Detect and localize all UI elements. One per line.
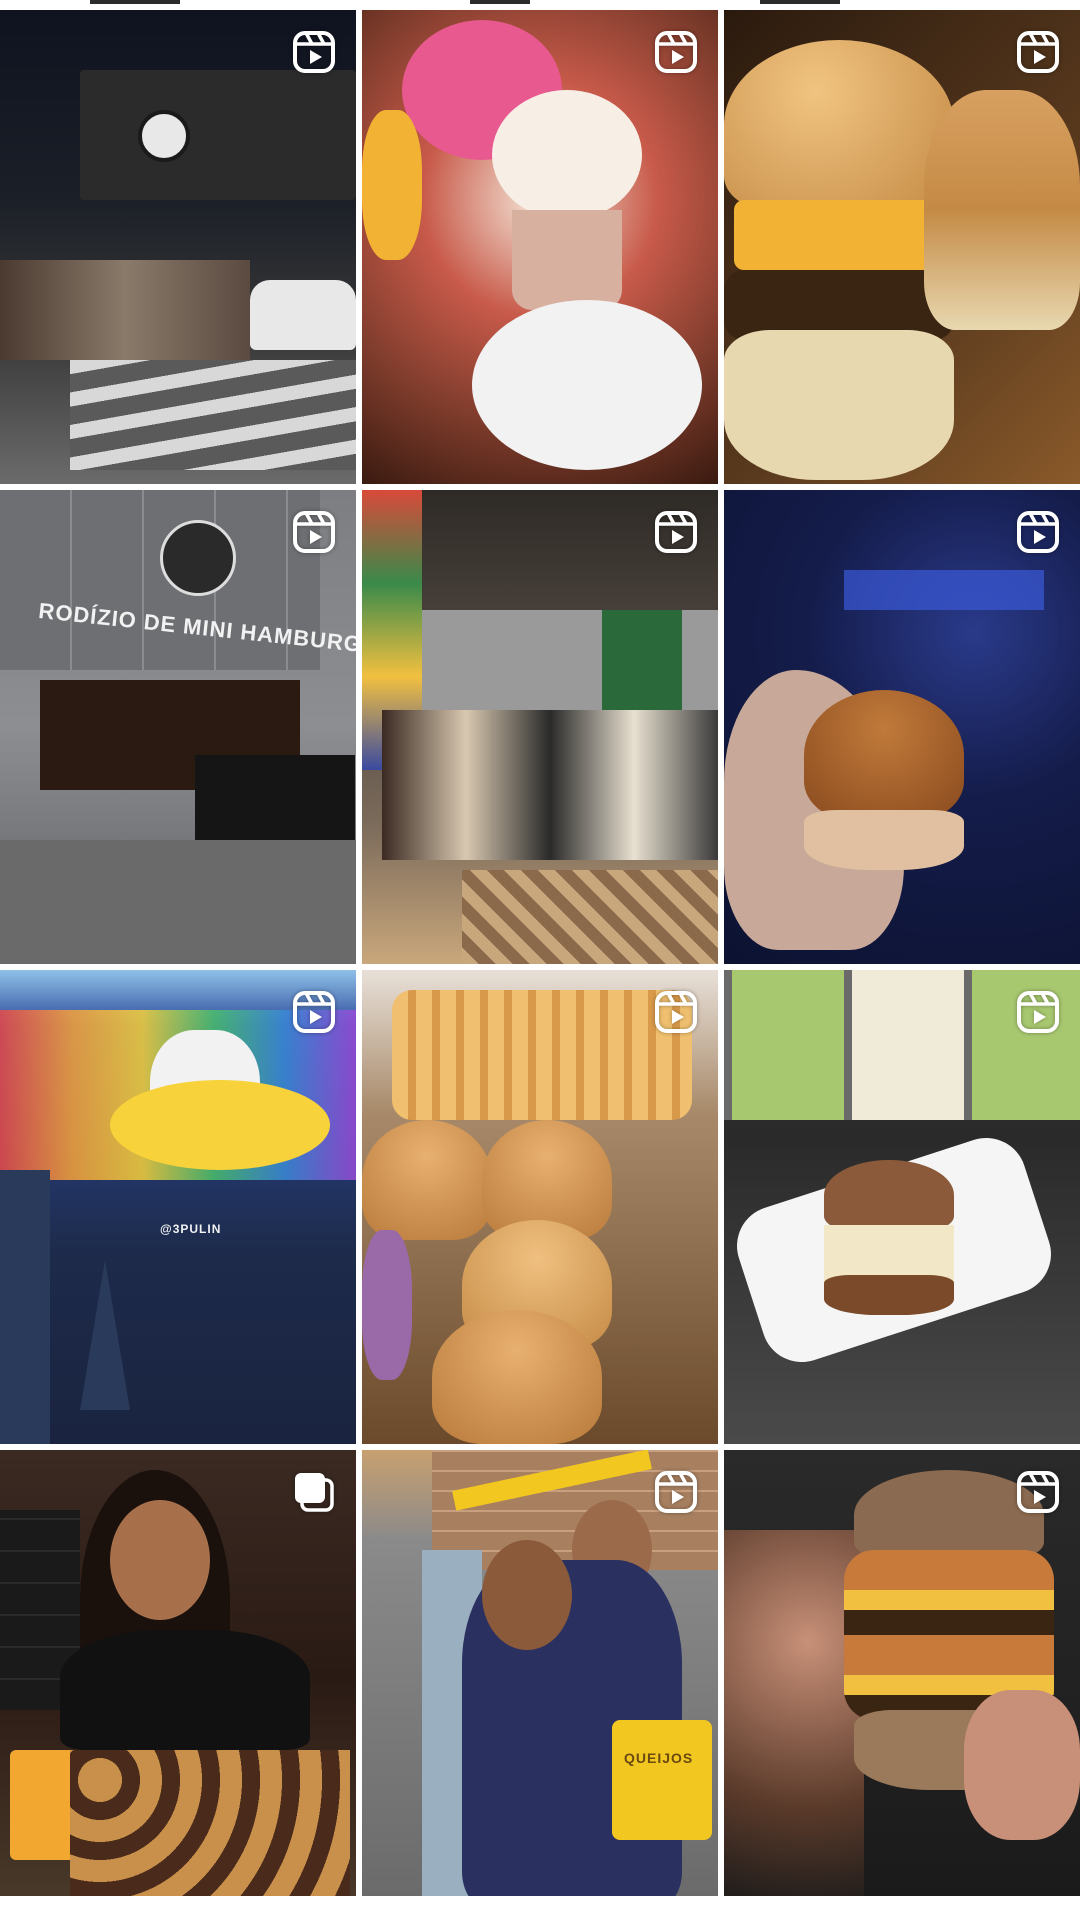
bag-text: QUEIJOS: [624, 1750, 694, 1766]
yellow-bag: [612, 1720, 712, 1840]
reels-icon: [654, 510, 698, 554]
shake-cup: [512, 210, 622, 310]
umbrella-left: [0, 1170, 50, 1444]
green-plants: [602, 610, 682, 710]
reels-icon: [292, 990, 336, 1034]
top-strip-segment: [760, 0, 840, 4]
car-shape: [250, 280, 356, 350]
tile-restaurant-facade[interactable]: RODÍZIO DE MINI HAMBURGUER: [0, 490, 356, 964]
top-strip-segment: [90, 0, 180, 4]
mural-signature: @3PULIN: [160, 1222, 222, 1236]
tile-cheeseburgers-tray[interactable]: [724, 10, 1080, 484]
tile-milkshake-flamingo[interactable]: [362, 10, 718, 484]
reels-icon: [654, 990, 698, 1034]
crosswalk: [70, 360, 356, 470]
slider-bun: [824, 1160, 954, 1230]
logo-circle: [138, 110, 190, 162]
tile-hug-staff[interactable]: QUEIJOS: [362, 1450, 718, 1906]
reels-icon: [654, 1470, 698, 1514]
woman-top: [60, 1630, 310, 1750]
whipped-cream: [492, 90, 642, 220]
woman-hair-hug: [482, 1540, 572, 1650]
tile-mini-burger-hand[interactable]: [724, 490, 1080, 964]
mini-burger-bottom: [804, 810, 964, 870]
second-burger: [924, 90, 1080, 330]
umbrella-right: [80, 1260, 130, 1410]
reels-icon: [1016, 1470, 1060, 1514]
neon-lights: [844, 570, 1044, 610]
reels-icon: [292, 30, 336, 74]
tile-woman-smiling-burgers[interactable]: [0, 1450, 356, 1906]
mini-burger: [804, 690, 964, 820]
crowd-shape: [0, 260, 250, 360]
sidewalk: [0, 840, 356, 964]
bun-top: [724, 40, 954, 210]
reels-icon: [654, 30, 698, 74]
inflatable-ring: [472, 300, 702, 470]
bun-bottom: [724, 330, 954, 480]
tile-stacked-onion-burger[interactable]: [724, 1450, 1080, 1906]
reels-icon: [1016, 30, 1060, 74]
tile-dining-room[interactable]: [362, 490, 718, 964]
burger-4: [432, 1310, 602, 1444]
fries-cups: [392, 990, 692, 1120]
yellow-float: [362, 110, 422, 260]
top-strip-segment: [470, 0, 530, 4]
tile-mural-wall[interactable]: @3PULIN: [0, 970, 356, 1444]
cheese: [734, 200, 954, 270]
floor-tiles: [462, 870, 718, 964]
holding-hand: [964, 1690, 1080, 1840]
purple-bun: [362, 1230, 412, 1380]
logo-badge: [160, 520, 236, 596]
reels-icon: [292, 510, 336, 554]
tile-storefront-night[interactable]: [0, 10, 356, 484]
duck-float: [110, 1080, 330, 1170]
bottom-bar: [0, 1896, 1080, 1912]
reels-icon: [1016, 510, 1060, 554]
tile-slider-plate[interactable]: [724, 970, 1080, 1444]
burger-1: [362, 1120, 492, 1240]
woman-blurred: [724, 1530, 864, 1906]
carousel-icon: [292, 1470, 336, 1514]
burger-board: [70, 1750, 350, 1906]
diners: [382, 710, 718, 860]
woman-face: [110, 1500, 210, 1620]
slider-bottom: [824, 1275, 954, 1315]
building-shape: [80, 70, 356, 200]
tile-burgers-and-fries[interactable]: [362, 970, 718, 1444]
top-strip: [0, 0, 1080, 8]
reels-icon: [1016, 990, 1060, 1034]
